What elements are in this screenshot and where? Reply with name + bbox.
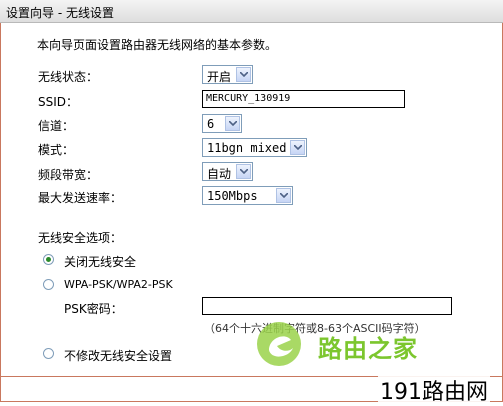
channel-value: 6 [207,117,215,131]
mode-select[interactable]: 11bgn mixed [202,138,307,157]
radio-disable-security[interactable] [43,254,54,265]
wireless-status-select[interactable]: 开启 [202,65,253,84]
radio-wpa-psk[interactable] [43,279,54,290]
channel-select[interactable]: 6 [202,114,242,133]
title-bar: 设置向导 - 无线设置 [0,0,503,23]
radio-keep-security[interactable] [43,348,54,359]
psk-password-input[interactable] [202,297,452,315]
router-home-logo-icon [257,322,301,366]
intro-text: 本向导页面设置路由器无线网络的基本参数。 [37,38,278,52]
chevron-down-icon[interactable] [225,116,240,131]
chevron-down-icon[interactable] [236,67,251,82]
mode-value: 11bgn mixed [207,141,287,155]
psk-label: PSK密码： [64,302,123,316]
chevron-down-icon[interactable] [276,188,291,203]
mode-label: 模式： [38,143,75,157]
radio-disable-security-label: 关闭无线安全 [64,255,137,269]
site-watermark: 191路由网 [378,374,490,406]
wireless-status-label: 无线状态： [38,70,99,84]
ssid-input[interactable]: MERCURY_130919 [202,90,405,108]
max-rate-label: 最大发送速率： [38,191,123,205]
chevron-down-icon[interactable] [290,140,305,155]
bandwidth-value: 自动 [207,167,232,181]
wireless-status-value: 开启 [207,70,232,84]
bandwidth-label: 频段带宽： [38,168,99,182]
radio-keep-security-label: 不修改无线安全设置 [64,349,173,363]
security-heading: 无线安全选项： [38,231,123,245]
max-rate-value: 150Mbps [207,189,258,203]
brand-watermark: 路由之家 [318,335,418,363]
max-rate-select[interactable]: 150Mbps [202,186,293,205]
ssid-label: SSID： [38,95,79,109]
radio-selected-dot [46,257,51,262]
page-title: 设置向导 - 无线设置 [6,6,114,20]
radio-wpa-psk-label: WPA-PSK/WPA2-PSK [64,278,173,291]
bandwidth-select[interactable]: 自动 [202,162,253,181]
channel-label: 信道： [38,119,75,133]
chevron-down-icon[interactable] [236,164,251,179]
